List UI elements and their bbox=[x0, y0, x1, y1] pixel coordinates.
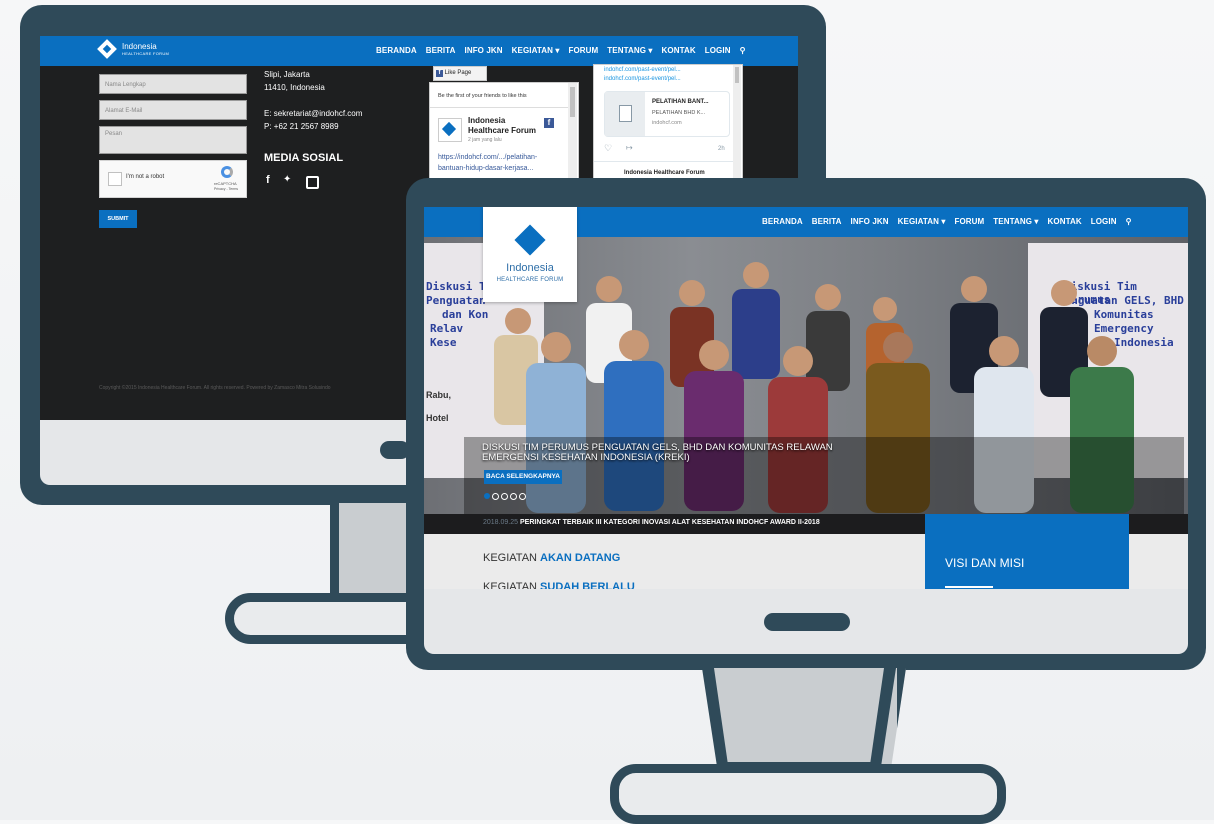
tweet-card[interactable]: PELATIHAN BANT... PELATIHAN BHD K... ind… bbox=[604, 91, 730, 137]
front-logo-line2: HEALTHCARE FORUM bbox=[496, 277, 564, 283]
banner-left-line4: Relav bbox=[430, 322, 464, 335]
tweet-link1[interactable]: indohcf.com/past-event/pel... bbox=[604, 67, 681, 73]
hero-caption: DISKUSI TIM PERUMUS PENGUATAN GELS, BHD … bbox=[482, 442, 833, 463]
section-past-prefix: KEGIATAN bbox=[483, 581, 541, 589]
vision-mission-panel: VISI DAN MISI bbox=[925, 514, 1129, 589]
logo-icon bbox=[441, 121, 457, 137]
fb-page-name1[interactable]: Indonesia bbox=[468, 116, 505, 125]
slider-dot-5[interactable] bbox=[519, 493, 526, 500]
nav-berita[interactable]: BERITA bbox=[426, 46, 456, 55]
nav-kontak[interactable]: KONTAK bbox=[662, 46, 696, 55]
submit-button[interactable]: SUBMIT bbox=[99, 210, 137, 228]
slider-dot-4[interactable] bbox=[510, 493, 517, 500]
section-past-highlight: SUDAH BERLALU bbox=[540, 581, 635, 589]
banner-bottom-line2: Hotel bbox=[426, 413, 449, 423]
address-line2: 11410, Indonesia bbox=[264, 83, 325, 92]
search-icon[interactable]: ⚲ bbox=[740, 46, 746, 55]
back-topbar: Indonesia HEALTHCARE FORUM BERANDA BERIT… bbox=[40, 36, 798, 66]
logo-icon bbox=[514, 224, 546, 256]
read-more-button[interactable]: BACA SELENGKAPNYA bbox=[484, 470, 562, 484]
fb-scrollbar[interactable] bbox=[568, 83, 577, 193]
logo-line2: HEALTHCARE FORUM bbox=[122, 51, 170, 56]
heart-icon[interactable]: ♡ bbox=[604, 143, 612, 154]
recaptcha-label: I'm not a robot bbox=[126, 174, 165, 180]
recaptcha-box: I'm not a robot reCAPTCHA Privacy - Term… bbox=[99, 160, 247, 198]
tweet-card-title: PELATIHAN BANT... bbox=[652, 99, 709, 105]
fb-page-name2[interactable]: Healthcare Forum bbox=[468, 126, 536, 135]
back-nav: BERANDA BERITA INFO JKN KEGIATAN ▾ FORUM… bbox=[376, 46, 746, 55]
front-monitor-camera-slot bbox=[764, 613, 850, 631]
vision-mission-title: VISI DAN MISI bbox=[945, 556, 1025, 570]
front-logo-line1: Indonesia bbox=[506, 262, 554, 274]
slider-dots bbox=[484, 493, 526, 500]
front-logo[interactable]: Indonesia HEALTHCARE FORUM bbox=[483, 207, 577, 302]
nav-beranda[interactable]: BERANDA bbox=[762, 217, 803, 226]
recaptcha-checkbox[interactable] bbox=[108, 172, 122, 186]
address-line1: Slipi, Jakarta bbox=[264, 70, 310, 79]
banner-left-line5: Kese bbox=[430, 336, 457, 349]
tweet-card-desc: PELATIHAN BHD K... bbox=[652, 110, 706, 116]
social-heading: MEDIA SOSIAL bbox=[264, 152, 344, 164]
share-icon[interactable]: ↦ bbox=[626, 143, 633, 152]
search-icon[interactable]: ⚲ bbox=[1126, 217, 1132, 226]
fb-logo-icon: f bbox=[544, 118, 554, 128]
nav-login[interactable]: LOGIN bbox=[1091, 217, 1117, 226]
message-field[interactable]: Pesan bbox=[99, 126, 247, 154]
recaptcha-brand: reCAPTCHA bbox=[214, 181, 237, 186]
nav-berita[interactable]: BERITA bbox=[812, 217, 842, 226]
slider-dot-3[interactable] bbox=[501, 493, 508, 500]
ticker-date: 2018.09.25 bbox=[483, 519, 519, 526]
nav-info-jkn[interactable]: INFO JKN bbox=[851, 217, 889, 226]
nav-tentang[interactable]: TENTANG ▾ bbox=[607, 46, 652, 55]
section-past-heading: KEGIATAN SUDAH BERLALU bbox=[483, 581, 635, 589]
contact-phone: P: +62 21 2567 8989 bbox=[264, 122, 339, 131]
contact-email[interactable]: E: sekretariat@indohcf.com bbox=[264, 109, 362, 118]
fb-like-button[interactable]: f Like Page bbox=[433, 66, 487, 81]
twitter-widget: indohcf.com/past-event/pel... indohcf.co… bbox=[593, 64, 743, 186]
tweet-time: 2h bbox=[718, 146, 725, 152]
section-upcoming-highlight: AKAN DATANG bbox=[540, 552, 621, 564]
front-screen: BERANDA BERITA INFO JKN KEGIATAN ▾ FORUM… bbox=[424, 207, 1188, 589]
recaptcha-logo-icon bbox=[221, 166, 233, 178]
fb-post-time: 2 jam yang lalu bbox=[468, 137, 502, 143]
nav-kontak[interactable]: KONTAK bbox=[1048, 217, 1082, 226]
facebook-icon[interactable]: f bbox=[266, 174, 270, 186]
nav-kegiatan[interactable]: KEGIATAN ▾ bbox=[512, 46, 560, 55]
nav-beranda[interactable]: BERANDA bbox=[376, 46, 417, 55]
fb-link2[interactable]: bantuan-hidup-dasar-kerjasa... bbox=[438, 165, 533, 172]
tweet-card-domain: indohcf.com bbox=[652, 120, 682, 126]
slider-dot-2[interactable] bbox=[492, 493, 499, 500]
fb-like-label: Like Page bbox=[444, 70, 472, 76]
email-field[interactable]: Alamat E-Mail bbox=[99, 100, 247, 120]
nav-forum[interactable]: FORUM bbox=[568, 46, 598, 55]
nav-forum[interactable]: FORUM bbox=[954, 217, 984, 226]
tweet-author[interactable]: Indonesia Healthcare Forum bbox=[624, 170, 705, 176]
fb-link1[interactable]: https://indohcf.com/.../pelatihan- bbox=[438, 154, 537, 161]
name-field[interactable]: Nama Lengkap bbox=[99, 74, 247, 94]
fb-friends-text: Be the first of your friends to like thi… bbox=[438, 93, 527, 99]
section-upcoming-prefix: KEGIATAN bbox=[483, 552, 541, 564]
fb-page-avatar[interactable] bbox=[438, 118, 462, 142]
nav-tentang[interactable]: TENTANG ▾ bbox=[993, 217, 1038, 226]
back-logo[interactable]: Indonesia HEALTHCARE FORUM bbox=[97, 39, 170, 59]
logo-icon bbox=[97, 39, 117, 59]
logo-line1: Indonesia bbox=[122, 42, 157, 51]
front-nav: BERANDA BERITA INFO JKN KEGIATAN ▾ FORUM… bbox=[762, 217, 1132, 226]
banner-bottom-line1: Rabu, bbox=[426, 390, 452, 400]
copyright-text: Copyright ©2015 Indonesia Healthcare For… bbox=[99, 385, 331, 391]
nav-kegiatan[interactable]: KEGIATAN ▾ bbox=[898, 217, 946, 226]
twitter-icon[interactable]: ✦ bbox=[283, 174, 291, 185]
nav-info-jkn[interactable]: INFO JKN bbox=[465, 46, 503, 55]
recaptcha-links[interactable]: Privacy - Terms bbox=[214, 187, 238, 191]
nav-login[interactable]: LOGIN bbox=[705, 46, 731, 55]
instagram-icon[interactable] bbox=[306, 176, 319, 189]
fb-icon: f bbox=[436, 70, 443, 77]
tweet-scrollbar[interactable] bbox=[733, 65, 741, 185]
section-upcoming-heading: KEGIATAN AKAN DATANG bbox=[483, 552, 620, 564]
ticker-text[interactable]: PERINGKAT TERBAIK III KATEGORI INOVASI A… bbox=[520, 519, 820, 526]
front-neck-fill bbox=[714, 668, 884, 762]
tweet-link2[interactable]: indohcf.com/past-event/pel... bbox=[604, 76, 681, 82]
slider-dot-1[interactable] bbox=[484, 493, 490, 499]
front-monitor-base bbox=[610, 764, 1006, 824]
